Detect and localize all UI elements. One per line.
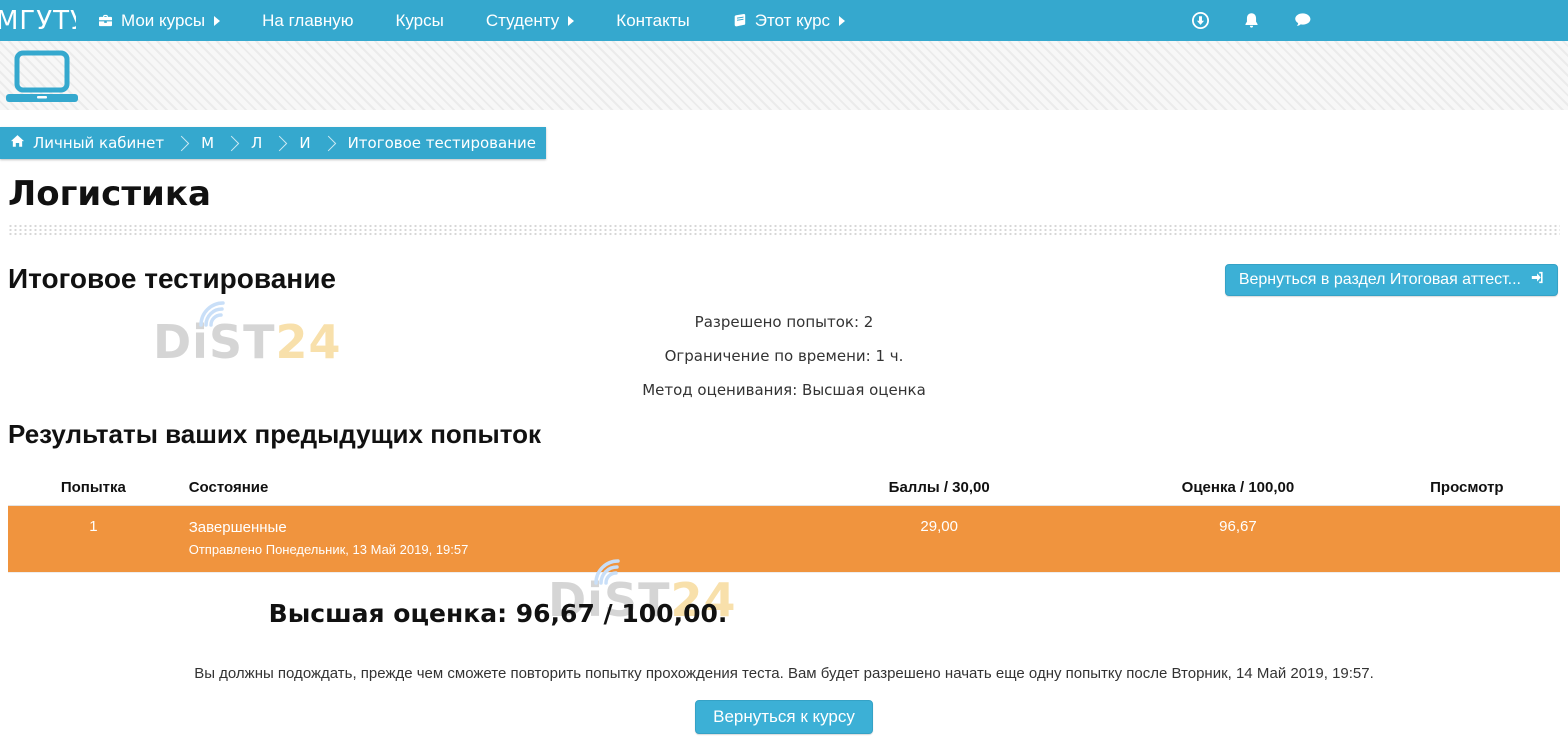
arrow-circle-down-icon[interactable]: [1191, 11, 1210, 30]
header-band: [0, 41, 1568, 110]
home-icon: [10, 134, 25, 152]
chevron-right-icon: [272, 135, 288, 151]
briefcase-icon: [97, 13, 114, 29]
caret-right-icon: [214, 16, 220, 26]
quiz-header-row: Итоговое тестирование Вернуться в раздел…: [8, 263, 1560, 296]
menu-label: Контакты: [616, 11, 689, 31]
main-content: Логистика Итоговое тестирование Вернутьс…: [0, 174, 1568, 734]
chevron-right-icon: [320, 135, 336, 151]
breadcrumb-label: И: [299, 134, 310, 152]
results-heading: Результаты ваших предыдущих попыток: [8, 419, 1560, 449]
attempt-state-cell: Завершенные Отправлено Понедельник, 13 М…: [179, 506, 777, 573]
final-grade-text: Высшая оценка: 96,67 / 100,00.: [8, 599, 988, 629]
col-header-review: Просмотр: [1374, 473, 1560, 506]
main-menu: Мои курсы На главную Курсы Студенту Конт…: [76, 11, 866, 31]
back-to-course-button[interactable]: Вернуться к курсу: [695, 700, 873, 734]
breadcrumb-label: Итоговое тестирование: [348, 134, 536, 152]
attempt-state: Завершенные: [189, 518, 767, 538]
menu-label: Этот курс: [755, 11, 830, 31]
col-header-state: Состояние: [179, 473, 777, 506]
top-navbar: МГУТУ Мои курсы На главную Курсы Студент…: [0, 0, 1568, 41]
menu-label: На главную: [262, 11, 353, 31]
button-label: Вернуться в раздел Итоговая аттест...: [1239, 271, 1521, 289]
dotted-separator: [8, 224, 1560, 237]
back-course-row: Вернуться к курсу: [8, 700, 1560, 734]
menu-label: Студенту: [486, 11, 559, 31]
col-header-grade: Оценка / 100,00: [1102, 473, 1374, 506]
chevron-right-icon: [174, 135, 190, 151]
menu-item-this-course[interactable]: Этот курс: [732, 11, 845, 31]
col-header-marks: Баллы / 30,00: [776, 473, 1102, 506]
col-header-attempt: Попытка: [8, 473, 179, 506]
caret-right-icon: [568, 16, 574, 26]
attempt-number-cell: 1: [8, 506, 179, 573]
attempts-table: Попытка Состояние Баллы / 30,00 Оценка /…: [8, 473, 1560, 573]
table-header-row: Попытка Состояние Баллы / 30,00 Оценка /…: [8, 473, 1560, 506]
menu-label: Мои курсы: [121, 11, 205, 31]
final-grade-section: DiST24 Высшая оценка: 96,67 / 100,00.: [8, 599, 988, 629]
attempt-marks-cell: 29,00: [776, 506, 1102, 573]
breadcrumb-item-1[interactable]: М: [201, 134, 214, 152]
sign-in-icon: [1529, 270, 1544, 290]
breadcrumb-label: Л: [251, 134, 262, 152]
time-limit-text: Ограничение по времени: 1 ч.: [8, 347, 1560, 365]
chat-icon[interactable]: [1293, 12, 1312, 29]
attempts-allowed-text: Разрешено попыток: 2: [8, 313, 1560, 331]
laptop-icon[interactable]: [6, 50, 78, 106]
breadcrumb-label: Личный кабинет: [33, 134, 164, 152]
menu-item-student[interactable]: Студенту: [486, 11, 574, 31]
breadcrumb: Личный кабинет М Л И Итоговое тестирован…: [0, 127, 546, 159]
attempt-review-cell: [1374, 506, 1560, 573]
menu-item-my-courses[interactable]: Мои курсы: [97, 11, 220, 31]
breadcrumb-item-2[interactable]: Л: [251, 134, 262, 152]
attempt-row[interactable]: 1 Завершенные Отправлено Понедельник, 13…: [8, 506, 1560, 573]
navbar-right-icons: [1191, 0, 1312, 41]
back-to-section-button[interactable]: Вернуться в раздел Итоговая аттест...: [1225, 264, 1558, 296]
breadcrumb-label: М: [201, 134, 214, 152]
menu-item-contacts[interactable]: Контакты: [616, 11, 689, 31]
menu-label: Курсы: [395, 11, 443, 31]
site-logo[interactable]: МГУТУ: [0, 6, 76, 36]
breadcrumb-item-current[interactable]: Итоговое тестирование: [348, 134, 536, 152]
chevron-right-icon: [224, 135, 240, 151]
breadcrumb-item-3[interactable]: И: [299, 134, 310, 152]
wait-message: Вы должны подождать, прежде чем сможете …: [8, 665, 1560, 683]
attempt-grade-cell: 96,67: [1102, 506, 1374, 573]
bell-icon[interactable]: [1243, 12, 1260, 30]
course-title: Логистика: [8, 174, 1560, 214]
grading-method-text: Метод оценивания: Высшая оценка: [8, 381, 1560, 399]
quiz-info-block: DiST24 Разрешено попыток: 2 Ограничение …: [8, 313, 1560, 399]
menu-item-home[interactable]: На главную: [262, 11, 353, 31]
button-label: Вернуться к курсу: [713, 707, 855, 727]
book-icon: [732, 13, 748, 29]
quiz-title: Итоговое тестирование: [8, 263, 336, 295]
attempt-state-detail: Отправлено Понедельник, 13 Май 2019, 19:…: [189, 540, 767, 560]
caret-right-icon: [839, 16, 845, 26]
breadcrumb-item-dashboard[interactable]: Личный кабинет: [10, 134, 164, 152]
menu-item-courses[interactable]: Курсы: [395, 11, 443, 31]
